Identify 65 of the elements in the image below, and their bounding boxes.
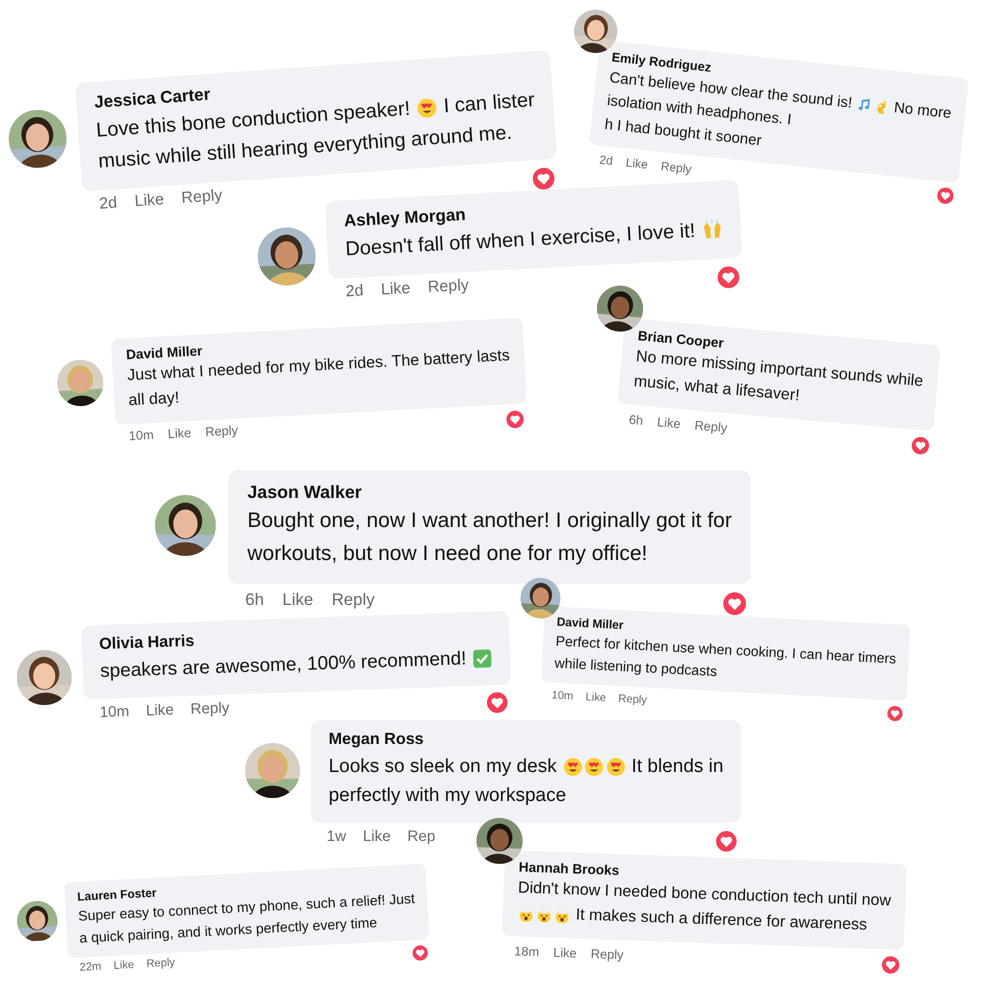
reply-link[interactable]: Reply <box>618 692 648 706</box>
heart-reaction-icon <box>880 954 902 976</box>
like-link[interactable]: Like <box>282 590 314 610</box>
comment-time: 18m <box>514 944 540 960</box>
comment-text: I can lister <box>442 88 536 118</box>
reply-link[interactable]: Reply <box>204 422 238 440</box>
commenter-name: Olivia Harris <box>98 632 195 654</box>
commenter-name: David Miller <box>126 343 203 362</box>
commenter-name: Hannah Brooks <box>518 859 620 878</box>
like-link[interactable]: Like <box>656 414 682 432</box>
comment-text: workouts, but now I need one for my office! <box>247 542 648 566</box>
heart-eyes-emoji-icon <box>584 756 604 777</box>
heart-eyes-emoji-icon <box>606 756 626 777</box>
heart-reaction-icon <box>410 944 430 963</box>
comment-text: It blends in <box>630 756 724 778</box>
comment-time: 2d <box>345 282 364 302</box>
heart-reaction-icon <box>484 690 510 716</box>
reply-link[interactable]: Reply <box>180 187 223 208</box>
comment-text: while listening to podcasts <box>554 654 718 680</box>
comment-text: all day! <box>128 389 180 410</box>
like-link[interactable]: Like <box>113 958 134 972</box>
heart-eyes-emoji-icon <box>416 96 438 119</box>
commenter-name: Jason Walker <box>247 482 362 503</box>
comment-text: Bought one, now I want another! I originally got it for <box>247 509 732 534</box>
commenter-name: Brian Cooper <box>637 328 724 350</box>
comment-time: 10m <box>99 703 130 722</box>
reply-link[interactable]: Reply <box>660 158 692 176</box>
commenter-name: David Miller <box>556 614 624 632</box>
like-link[interactable]: Like <box>585 690 606 704</box>
comment-text: No more <box>892 98 952 122</box>
commenter-name: Lauren Foster <box>76 885 157 904</box>
reply-link[interactable]: Rep <box>407 828 436 846</box>
like-link[interactable]: Like <box>146 701 174 720</box>
reply-link[interactable]: Reply <box>590 946 624 963</box>
reply-link[interactable]: Reply <box>427 277 470 298</box>
heart-reaction-icon <box>721 590 749 618</box>
like-link[interactable]: Like <box>625 155 649 172</box>
reply-link[interactable]: Reply <box>332 590 375 610</box>
like-link[interactable]: Like <box>552 945 577 961</box>
comment-time: 2d <box>98 194 118 214</box>
like-link[interactable]: Like <box>134 191 165 212</box>
like-link[interactable]: Like <box>362 828 391 846</box>
reply-link[interactable]: Reply <box>190 700 230 718</box>
heart-reaction-icon <box>886 704 905 724</box>
commenter-name: Jessica Carter <box>94 84 211 113</box>
heart-reaction-icon <box>714 828 739 854</box>
comment-text: perfectly with my workspace <box>328 785 566 807</box>
reply-link[interactable]: Reply <box>146 956 176 970</box>
comment-time: 22m <box>79 960 102 974</box>
commenter-name: Megan Ross <box>328 730 424 750</box>
reply-link[interactable]: Reply <box>694 418 728 436</box>
heart-reaction-icon <box>504 408 526 430</box>
commenter-name: Ashley Morgan <box>343 205 466 232</box>
like-link[interactable]: Like <box>380 280 411 300</box>
comment-time: 6h <box>245 590 264 610</box>
comment-time: 6h <box>628 412 644 428</box>
comment-time: 2d <box>598 152 614 168</box>
check-icon <box>472 648 493 669</box>
comment-time: 10m <box>128 427 154 444</box>
comment-time: 1w <box>326 828 346 846</box>
comment-time: 10m <box>551 689 574 702</box>
comment-text: Looks so sleek on my desk <box>328 756 558 778</box>
like-link[interactable]: Like <box>167 425 192 442</box>
heart-eyes-emoji-icon <box>562 756 583 777</box>
heart-reaction-icon <box>934 185 956 207</box>
